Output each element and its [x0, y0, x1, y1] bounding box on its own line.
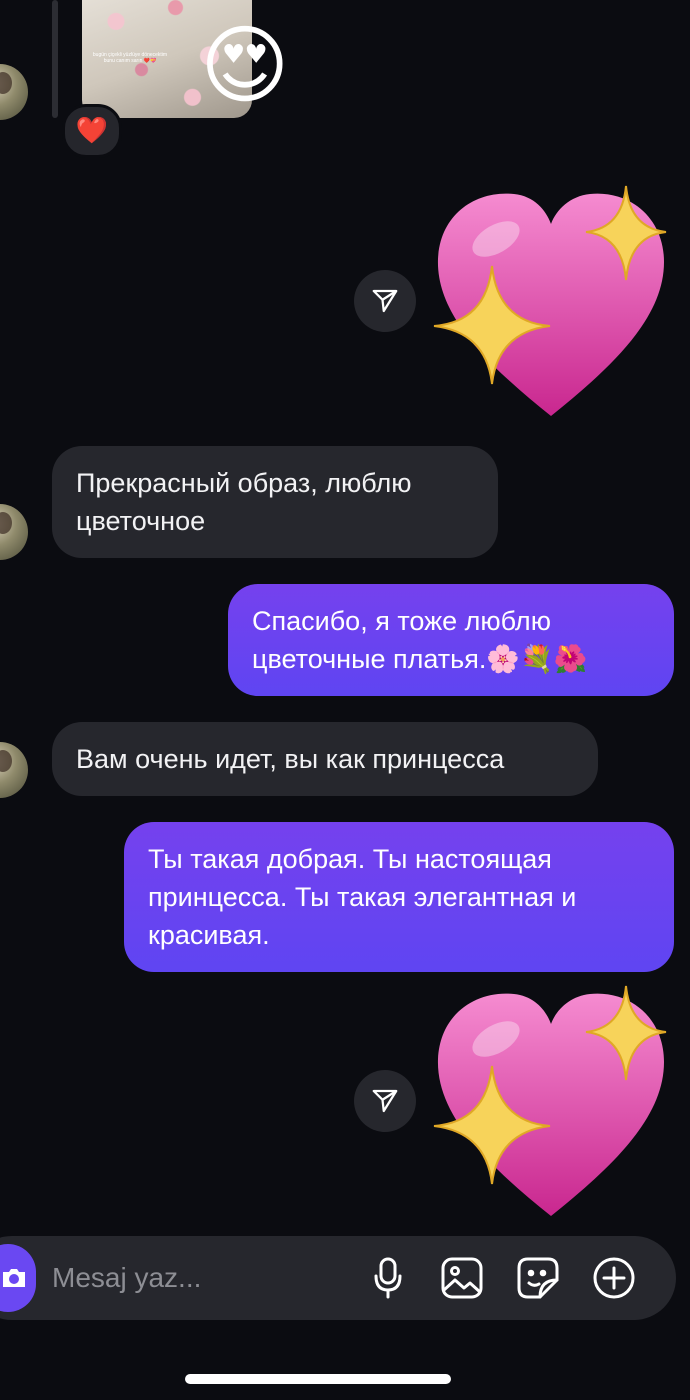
message-incoming[interactable]: Вам очень идет, вы как принцесса	[52, 722, 598, 796]
message-outgoing[interactable]: Спасибо, я тоже люблю цветочные платья.🌸…	[228, 584, 674, 696]
camera-icon	[3, 1269, 25, 1287]
sticker-button[interactable]	[514, 1254, 562, 1302]
microphone-button[interactable]	[364, 1254, 412, 1302]
microphone-icon	[374, 1257, 402, 1299]
sparkling-heart-sticker[interactable]	[426, 984, 676, 1224]
sparkling-heart-sticker[interactable]	[426, 184, 676, 424]
gallery-icon	[441, 1257, 483, 1299]
sticker-icon	[517, 1257, 559, 1299]
heart-reaction-icon: ❤️	[75, 116, 109, 146]
share-button[interactable]	[354, 1070, 416, 1132]
paper-plane-icon	[372, 1089, 398, 1113]
share-button[interactable]	[354, 270, 416, 332]
plus-icon	[593, 1257, 635, 1299]
more-button[interactable]	[590, 1254, 638, 1302]
sparkling-heart-icon	[433, 985, 667, 1216]
shared-post-rail	[52, 0, 58, 118]
shared-post-caption: bugün çiçekli yüzlüye dönecektim bunu ca…	[92, 52, 168, 64]
heart-eyes-emoji: 😍	[200, 16, 290, 116]
avatar[interactable]	[0, 64, 28, 120]
reaction-badge[interactable]: ❤️	[62, 104, 122, 158]
home-indicator	[185, 1374, 451, 1384]
message-input[interactable]	[52, 1250, 352, 1306]
avatar[interactable]	[0, 742, 28, 798]
message-outgoing[interactable]: Ты такая добрая. Ты настоящая принцесса.…	[124, 822, 674, 972]
message-incoming[interactable]: Прекрасный образ, люблю цветочное	[52, 446, 498, 558]
avatar[interactable]	[0, 504, 28, 560]
sparkling-heart-icon	[433, 185, 667, 416]
paper-plane-icon	[372, 289, 398, 313]
gallery-button[interactable]	[438, 1254, 486, 1302]
